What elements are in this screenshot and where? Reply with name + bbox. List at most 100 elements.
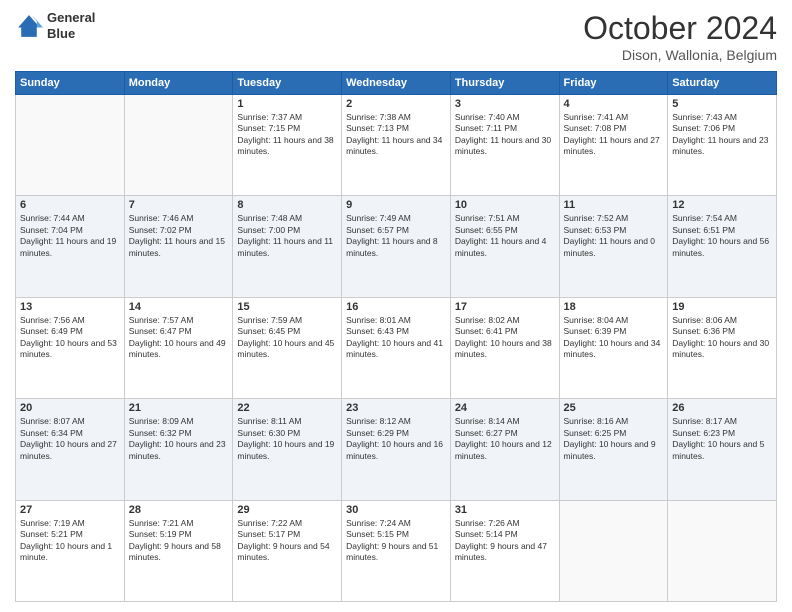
calendar-week-row: 1 Sunrise: 7:37 AM Sunset: 7:15 PM Daylig…: [16, 95, 777, 196]
header: General Blue October 2024 Dison, Walloni…: [15, 10, 777, 63]
day-number: 4: [564, 98, 664, 110]
day-header-monday: Monday: [124, 72, 233, 95]
day-number: 29: [237, 504, 337, 516]
calendar-week-row: 13 Sunrise: 7:56 AM Sunset: 6:49 PM Dayli…: [16, 297, 777, 398]
calendar-week-row: 27 Sunrise: 7:19 AM Sunset: 5:21 PM Dayli…: [16, 500, 777, 601]
calendar-cell: 21 Sunrise: 8:09 AM Sunset: 6:32 PM Dayli…: [124, 399, 233, 500]
calendar-cell: 7 Sunrise: 7:46 AM Sunset: 7:02 PM Daylig…: [124, 196, 233, 297]
calendar-cell: 17 Sunrise: 8:02 AM Sunset: 6:41 PM Dayli…: [450, 297, 559, 398]
calendar-cell: 4 Sunrise: 7:41 AM Sunset: 7:08 PM Daylig…: [559, 95, 668, 196]
day-number: 28: [129, 504, 229, 516]
day-number: 5: [672, 98, 772, 110]
calendar-cell: 10 Sunrise: 7:51 AM Sunset: 6:55 PM Dayli…: [450, 196, 559, 297]
cell-details: Sunrise: 7:24 AM Sunset: 5:15 PM Dayligh…: [346, 518, 446, 564]
day-number: 16: [346, 301, 446, 313]
cell-details: Sunrise: 7:56 AM Sunset: 6:49 PM Dayligh…: [20, 315, 120, 361]
day-number: 26: [672, 402, 772, 414]
cell-details: Sunrise: 7:54 AM Sunset: 6:51 PM Dayligh…: [672, 213, 772, 259]
calendar-cell: [16, 95, 125, 196]
calendar-cell: 19 Sunrise: 8:06 AM Sunset: 6:36 PM Dayli…: [668, 297, 777, 398]
calendar-cell: 20 Sunrise: 8:07 AM Sunset: 6:34 PM Dayli…: [16, 399, 125, 500]
calendar-cell: 2 Sunrise: 7:38 AM Sunset: 7:13 PM Daylig…: [342, 95, 451, 196]
calendar-cell: 27 Sunrise: 7:19 AM Sunset: 5:21 PM Dayli…: [16, 500, 125, 601]
day-header-saturday: Saturday: [668, 72, 777, 95]
day-number: 22: [237, 402, 337, 414]
calendar-cell: [124, 95, 233, 196]
calendar-cell: [668, 500, 777, 601]
calendar-cell: 16Sunrise: 8:01 AM Sunset: 6:43 PM Dayli…: [342, 297, 451, 398]
calendar-cell: 23 Sunrise: 8:12 AM Sunset: 6:29 PM Dayli…: [342, 399, 451, 500]
calendar-cell: 22 Sunrise: 8:11 AM Sunset: 6:30 PM Dayli…: [233, 399, 342, 500]
day-header-thursday: Thursday: [450, 72, 559, 95]
cell-details: Sunrise: 7:51 AM Sunset: 6:55 PM Dayligh…: [455, 213, 555, 259]
calendar-cell: 30 Sunrise: 7:24 AM Sunset: 5:15 PM Dayli…: [342, 500, 451, 601]
title-block: October 2024 Dison, Wallonia, Belgium: [583, 10, 777, 63]
logo-line1: General: [47, 10, 95, 26]
cell-details: Sunrise: 7:48 AM Sunset: 7:00 PM Dayligh…: [237, 213, 337, 259]
calendar-cell: 15 Sunrise: 7:59 AM Sunset: 6:45 PM Dayli…: [233, 297, 342, 398]
calendar-cell: 1 Sunrise: 7:37 AM Sunset: 7:15 PM Daylig…: [233, 95, 342, 196]
cell-details: Sunrise: 7:19 AM Sunset: 5:21 PM Dayligh…: [20, 518, 120, 564]
cell-details: Sunrise: 8:11 AM Sunset: 6:30 PM Dayligh…: [237, 416, 337, 462]
logo-text: General Blue: [47, 10, 95, 41]
calendar-cell: 18Sunrise: 8:04 AM Sunset: 6:39 PM Dayli…: [559, 297, 668, 398]
day-number: 1: [237, 98, 337, 110]
calendar-table: SundayMondayTuesdayWednesdayThursdayFrid…: [15, 71, 777, 602]
cell-details: Sunrise: 7:22 AM Sunset: 5:17 PM Dayligh…: [237, 518, 337, 564]
day-number: 10: [455, 199, 555, 211]
day-number: 24: [455, 402, 555, 414]
cell-details: Sunrise: 7:49 AM Sunset: 6:57 PM Dayligh…: [346, 213, 446, 259]
logo-icon: [15, 12, 43, 40]
cell-details: Sunrise: 7:43 AM Sunset: 7:06 PM Dayligh…: [672, 112, 772, 158]
calendar-cell: 5 Sunrise: 7:43 AM Sunset: 7:06 PM Daylig…: [668, 95, 777, 196]
cell-details: Sunrise: 8:06 AM Sunset: 6:36 PM Dayligh…: [672, 315, 772, 361]
cell-details: Sunrise: 7:59 AM Sunset: 6:45 PM Dayligh…: [237, 315, 337, 361]
cell-details: Sunrise: 8:12 AM Sunset: 6:29 PM Dayligh…: [346, 416, 446, 462]
day-number: 21: [129, 402, 229, 414]
cell-details: Sunrise: 7:41 AM Sunset: 7:08 PM Dayligh…: [564, 112, 664, 158]
day-number: 27: [20, 504, 120, 516]
cell-details: Sunrise: 8:16 AM Sunset: 6:25 PM Dayligh…: [564, 416, 664, 462]
cell-details: Sunrise: 8:02 AM Sunset: 6:41 PM Dayligh…: [455, 315, 555, 361]
day-number: 30: [346, 504, 446, 516]
calendar-cell: 25 Sunrise: 8:16 AM Sunset: 6:25 PM Dayli…: [559, 399, 668, 500]
day-number: 23: [346, 402, 446, 414]
day-number: 7: [129, 199, 229, 211]
day-number: 14: [129, 301, 229, 313]
calendar-cell: [559, 500, 668, 601]
day-header-friday: Friday: [559, 72, 668, 95]
cell-details: Sunrise: 7:46 AM Sunset: 7:02 PM Dayligh…: [129, 213, 229, 259]
day-number: 2: [346, 98, 446, 110]
day-number: 8: [237, 199, 337, 211]
calendar-cell: 9Sunrise: 7:49 AM Sunset: 6:57 PM Daylig…: [342, 196, 451, 297]
location: Dison, Wallonia, Belgium: [583, 47, 777, 63]
cell-details: Sunrise: 7:44 AM Sunset: 7:04 PM Dayligh…: [20, 213, 120, 259]
calendar-cell: 13 Sunrise: 7:56 AM Sunset: 6:49 PM Dayli…: [16, 297, 125, 398]
calendar-cell: 8 Sunrise: 7:48 AM Sunset: 7:00 PM Daylig…: [233, 196, 342, 297]
day-header-tuesday: Tuesday: [233, 72, 342, 95]
day-number: 6: [20, 199, 120, 211]
calendar-cell: 6 Sunrise: 7:44 AM Sunset: 7:04 PM Daylig…: [16, 196, 125, 297]
cell-details: Sunrise: 7:37 AM Sunset: 7:15 PM Dayligh…: [237, 112, 337, 158]
day-number: 19: [672, 301, 772, 313]
calendar-cell: 28 Sunrise: 7:21 AM Sunset: 5:19 PM Dayli…: [124, 500, 233, 601]
calendar-cell: 26Sunrise: 8:17 AM Sunset: 6:23 PM Dayli…: [668, 399, 777, 500]
day-number: 15: [237, 301, 337, 313]
day-number: 12: [672, 199, 772, 211]
day-number: 20: [20, 402, 120, 414]
day-number: 11: [564, 199, 664, 211]
cell-details: Sunrise: 8:04 AM Sunset: 6:39 PM Dayligh…: [564, 315, 664, 361]
cell-details: Sunrise: 8:09 AM Sunset: 6:32 PM Dayligh…: [129, 416, 229, 462]
cell-details: Sunrise: 7:52 AM Sunset: 6:53 PM Dayligh…: [564, 213, 664, 259]
cell-details: Sunrise: 8:14 AM Sunset: 6:27 PM Dayligh…: [455, 416, 555, 462]
cell-details: Sunrise: 7:38 AM Sunset: 7:13 PM Dayligh…: [346, 112, 446, 158]
month-title: October 2024: [583, 10, 777, 47]
cell-details: Sunrise: 8:07 AM Sunset: 6:34 PM Dayligh…: [20, 416, 120, 462]
calendar-cell: 31Sunrise: 7:26 AM Sunset: 5:14 PM Dayli…: [450, 500, 559, 601]
calendar-cell: 14Sunrise: 7:57 AM Sunset: 6:47 PM Dayli…: [124, 297, 233, 398]
day-number: 17: [455, 301, 555, 313]
cell-details: Sunrise: 7:21 AM Sunset: 5:19 PM Dayligh…: [129, 518, 229, 564]
day-number: 13: [20, 301, 120, 313]
day-number: 25: [564, 402, 664, 414]
calendar-cell: 24 Sunrise: 8:14 AM Sunset: 6:27 PM Dayli…: [450, 399, 559, 500]
